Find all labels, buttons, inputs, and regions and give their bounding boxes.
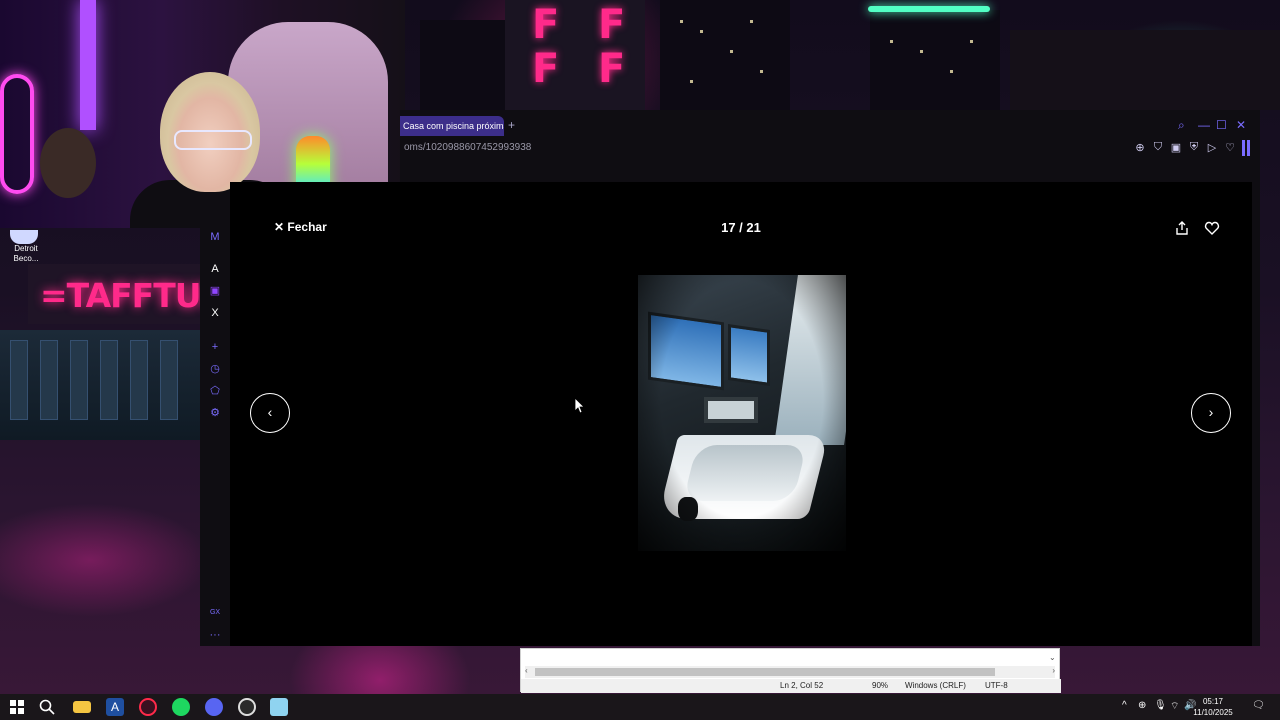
network-icon[interactable]: ⊕ [1138,700,1146,711]
previous-photo-button[interactable]: ‹ [250,393,290,433]
sidebar-item-extensions[interactable]: ⬠ [208,384,222,398]
status-bar: Ln 2, Col 52 90% Windows (CRLF) UTF-8 [521,679,1061,693]
snapshot-icon[interactable]: ▣ [1170,141,1182,154]
heart-outline-icon[interactable]: ♡ [1224,141,1236,154]
zoom-level: 90% [872,681,889,690]
cursor-position: Ln 2, Col 52 [780,681,824,690]
background-building [420,20,510,120]
clock-date: 11/10/2025 [1193,708,1233,717]
sidebar-item-m[interactable]: M [208,230,222,244]
browser-sidebar: M A ▣ X + ◷ ⬠ ⚙ GX ··· [200,228,230,646]
next-photo-button[interactable]: › [1191,393,1231,433]
plush-toy [40,128,96,198]
neon-sign: F [598,2,626,48]
neon-light [80,0,96,130]
notepad-window: ⌄ ‹ › Ln 2, Col 52 90% Windows (CRLF) UT… [520,648,1061,693]
sidebar-item-arc[interactable]: A [208,262,222,276]
address-bar[interactable]: oms/1020988607452993938 ⊕ ⛉ ▣ ⛨ ▷ ♡ [400,138,1260,158]
background-building [870,10,1000,110]
sidebar-item-x[interactable]: X [208,306,222,320]
neon-light [0,74,34,194]
minimize-icon[interactable]: — [1198,118,1210,132]
notepad-icon[interactable] [270,698,288,716]
spotify-icon[interactable] [172,698,190,716]
microphone-icon[interactable]: 🎙 [1154,700,1167,711]
storefront [0,330,200,440]
neon-store-sign: =TAFFTUN [28,264,228,324]
sidebar-item-history[interactable]: ◷ [208,362,222,376]
neon-sign: F [532,46,560,92]
search-icon[interactable] [38,698,56,716]
desktop-shortcut[interactable]: Detroit Beco... [6,230,46,264]
send-icon[interactable]: ▷ [1206,141,1218,154]
tab-bar: Casa com piscina próxima + ⌕ — ☐ ✕ [400,116,1260,138]
zoom-icon[interactable]: ⊕ [1134,141,1146,154]
background-building [660,0,790,110]
scrollbar-thumb[interactable] [535,668,995,676]
wifi-icon[interactable]: ⌔ [1170,700,1179,713]
photo-counter: 17 / 21 [721,220,761,235]
sidebar-item-gx[interactable]: GX [208,606,222,620]
desktop-shortcut-label: Detroit [14,244,38,253]
scroll-left-icon[interactable]: ‹ [525,666,528,675]
sidebar-toggle-icon[interactable] [1242,140,1250,156]
photo-lightbox: ✕ Fechar 17 / 21 ‹ › [230,182,1252,646]
mouse-cursor [575,398,585,414]
discord-icon[interactable] [205,698,223,716]
tab-active[interactable]: Casa com piscina próxima [400,116,504,136]
taskbar-clock[interactable]: 05:17 11/10/2025 [1192,696,1234,718]
sidebar-item-settings[interactable]: ⚙ [208,406,222,420]
neon-sign: F [598,46,626,92]
encoding: UTF-8 [985,681,1008,690]
chevron-down-icon[interactable]: ⌄ [1049,653,1056,662]
file-explorer-icon[interactable] [73,701,91,713]
bookmark-icon[interactable]: ⛉ [1152,141,1164,154]
scroll-right-icon[interactable]: › [1052,666,1055,675]
sidebar-item-twitch[interactable]: ▣ [208,284,222,298]
game-icon [10,230,38,244]
glasses [174,130,252,150]
sidebar-item-add[interactable]: + [208,340,222,354]
share-icon[interactable] [1174,220,1190,236]
listing-photo [638,275,846,551]
shield-icon[interactable]: ⛨ [1188,141,1200,154]
obs-icon[interactable] [238,698,256,716]
maximize-icon[interactable]: ☐ [1216,118,1227,132]
arc-icon[interactable]: A [106,698,124,716]
notification-icon[interactable]: 🗨 [1252,700,1265,711]
desktop-shortcut-label: Beco... [13,254,39,263]
background-building [1010,30,1280,110]
line-ending: Windows (CRLF) [905,681,966,690]
url-text: oms/1020988607452993938 [404,142,532,153]
neon-line [868,6,990,12]
taskbar: A ^ ⊕ 🎙 ⌔ 🔊 05:17 11/10/2025 🗨 [0,694,1280,720]
opera-gx-icon[interactable] [139,698,157,716]
heart-icon[interactable] [1204,220,1220,236]
close-window-icon[interactable]: ✕ [1236,118,1246,132]
sidebar-item-more[interactable]: ··· [208,628,222,642]
desktop-screen: F F F F Detroit Beco... =TAFFTUN M A ▣ X… [0,0,1280,720]
horizontal-scrollbar[interactable]: ‹ › [525,666,1055,678]
search-tabs-icon[interactable]: ⌕ [1178,118,1185,133]
clock-time: 05:17 [1202,697,1224,706]
windows-start-icon[interactable] [8,698,26,716]
new-tab-button[interactable]: + [508,118,515,132]
chevron-up-icon[interactable]: ^ [1122,700,1127,711]
neon-sign: F [532,2,560,48]
